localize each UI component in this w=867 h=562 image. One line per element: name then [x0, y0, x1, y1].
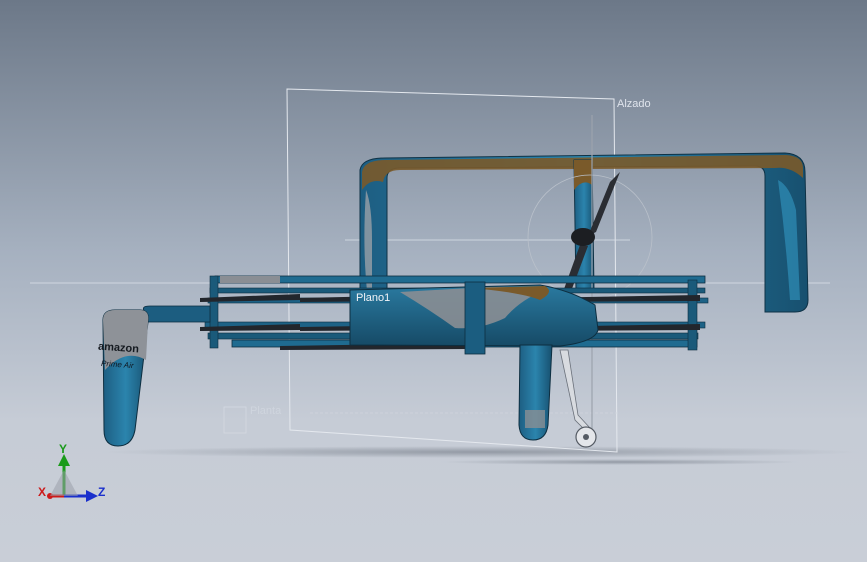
- wheel-hub-icon: [583, 434, 589, 440]
- ground-shadow: [100, 446, 860, 458]
- triad-y-label: Y: [59, 442, 68, 456]
- triad-base: [50, 470, 78, 496]
- fuselage-frame: [464, 281, 486, 355]
- ground-shadow-2: [440, 459, 800, 465]
- left-wing-strut: [142, 305, 211, 323]
- triad-z-label: Z: [98, 485, 106, 499]
- plane-label-top[interactable]: Planta: [250, 405, 281, 417]
- triad-x-label: X: [38, 485, 47, 499]
- graphics-viewport[interactable]: amazon Prime Air Alzado Plano1 Planta Y …: [0, 0, 867, 562]
- landing-strut[interactable]: [559, 349, 591, 431]
- top-plane-outline[interactable]: [223, 406, 247, 434]
- orientation-triad[interactable]: [20, 440, 140, 520]
- plane-label-plano1[interactable]: Plano1: [356, 292, 390, 304]
- lower-fin-panel: [525, 410, 545, 428]
- z-axis-arrow-head: [86, 490, 98, 502]
- propeller-hub[interactable]: [571, 228, 595, 246]
- plane-label-front[interactable]: Alzado: [617, 98, 651, 110]
- front-plane-outline[interactable]: [286, 88, 618, 453]
